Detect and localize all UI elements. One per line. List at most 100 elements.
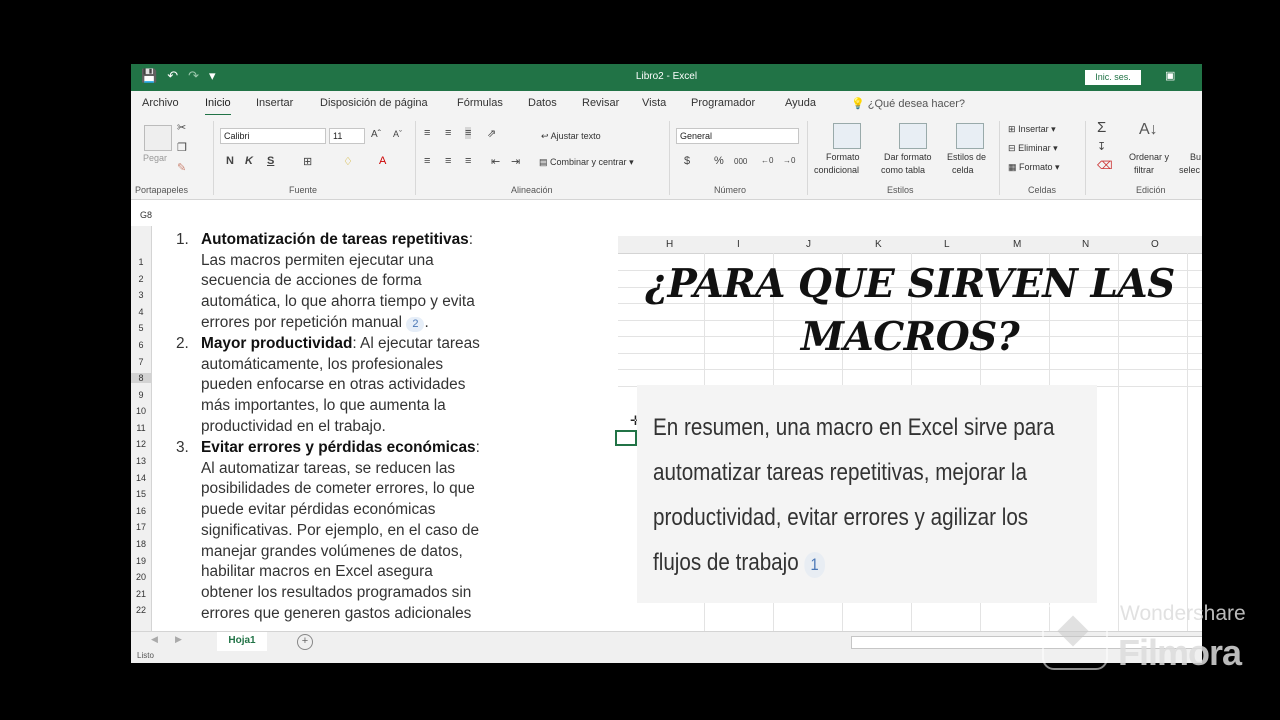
fill-icon[interactable]: ↧ [1097, 140, 1106, 153]
format-table-label-1[interactable]: Dar formato [884, 152, 932, 162]
tab-insertar[interactable]: Insertar [256, 97, 293, 109]
ribbon-display-icon[interactable]: ▣ [1165, 69, 1175, 82]
tab-datos[interactable]: Datos [528, 97, 557, 109]
tab-inicio[interactable]: Inicio [205, 97, 231, 116]
cell-styles-label-1[interactable]: Estilos de [947, 152, 986, 162]
bold-button[interactable]: N [226, 155, 234, 167]
format-cells-button[interactable]: ▦ Formato ▾ [1008, 162, 1060, 173]
column-header[interactable]: M [1013, 239, 1021, 250]
row-number[interactable]: 3 [131, 290, 151, 300]
column-header[interactable]: J [806, 239, 811, 250]
copy-icon[interactable]: ❐ [177, 141, 187, 154]
sort-filter-label-2[interactable]: filtrar [1134, 165, 1154, 175]
grow-font-icon[interactable]: Aˆ [371, 129, 381, 140]
tab-formulas[interactable]: Fórmulas [457, 97, 503, 109]
font-color-icon[interactable]: A [379, 155, 386, 167]
conditional-format-icon[interactable] [833, 123, 861, 149]
tab-disposicion[interactable]: Disposición de página [320, 97, 428, 109]
conditional-format-label-2[interactable]: condicional [814, 165, 859, 175]
scroll-right-icon[interactable]: ▶ [175, 634, 182, 645]
row-number[interactable]: 19 [131, 556, 151, 566]
row-number[interactable]: 1 [131, 257, 151, 267]
add-sheet-icon[interactable]: + [297, 634, 313, 650]
row-number[interactable]: 9 [131, 390, 151, 400]
decrease-indent-icon[interactable]: ⇤ [491, 155, 500, 168]
align-center-icon[interactable]: ≡ [445, 155, 451, 167]
percent-button[interactable]: % [714, 155, 724, 167]
autosum-icon[interactable]: Σ [1097, 119, 1106, 136]
column-header[interactable]: O [1151, 239, 1159, 250]
row-number[interactable]: 14 [131, 473, 151, 483]
underline-button[interactable]: S [267, 155, 274, 167]
row-number[interactable]: 4 [131, 307, 151, 317]
decrease-decimal-icon[interactable]: →0 [783, 156, 795, 165]
delete-cells-button[interactable]: ⊟ Eliminar ▾ [1008, 143, 1058, 154]
clear-icon[interactable]: ⌫ [1097, 159, 1113, 172]
tell-me-search[interactable]: 💡 ¿Qué desea hacer? [851, 97, 965, 110]
row-number[interactable]: 5 [131, 323, 151, 333]
borders-icon[interactable]: ⊞ [303, 155, 312, 168]
merge-center-button[interactable]: ▤ Combinar y centrar ▾ [539, 157, 634, 168]
row-number[interactable]: 10 [131, 406, 151, 416]
align-right-icon[interactable]: ≡ [465, 155, 471, 167]
tab-revisar[interactable]: Revisar [582, 97, 619, 109]
citation-badge[interactable]: 1 [804, 552, 825, 578]
increase-indent-icon[interactable]: ⇥ [511, 155, 520, 168]
row-number[interactable]: 15 [131, 489, 151, 499]
row-number[interactable]: 21 [131, 589, 151, 599]
row-number[interactable]: 11 [131, 423, 151, 433]
shrink-font-icon[interactable]: Aˇ [393, 129, 402, 139]
increase-decimal-icon[interactable]: ←0 [761, 156, 773, 165]
tab-vista[interactable]: Vista [642, 97, 666, 109]
find-select-label-1[interactable]: Bu [1190, 152, 1201, 162]
font-name-select[interactable]: Calibri [220, 128, 326, 144]
scroll-left-icon[interactable]: ◀ [151, 634, 158, 645]
thousands-button[interactable]: 000 [734, 157, 747, 166]
insert-cells-button[interactable]: ⊞ Insertar ▾ [1008, 124, 1056, 135]
number-format-select[interactable]: General [676, 128, 799, 144]
format-table-label-2[interactable]: como tabla [881, 165, 925, 175]
column-header[interactable]: K [875, 239, 882, 250]
row-number[interactable]: 16 [131, 506, 151, 516]
row-number[interactable]: 6 [131, 340, 151, 350]
conditional-format-label-1[interactable]: Formato [826, 152, 860, 162]
font-size-select[interactable]: 11 [329, 128, 365, 144]
column-header[interactable]: N [1082, 239, 1089, 250]
cell-styles-label-2[interactable]: celda [952, 165, 974, 175]
format-table-icon[interactable] [899, 123, 927, 149]
fill-color-icon[interactable]: ♢ [343, 155, 353, 168]
sort-filter-icon[interactable]: A↓ [1139, 121, 1158, 139]
align-top-icon[interactable]: ≡ [424, 127, 430, 139]
align-bottom-icon[interactable]: ≡ [465, 127, 472, 139]
paste-icon[interactable] [144, 125, 172, 151]
sort-filter-label-1[interactable]: Ordenar y [1129, 152, 1169, 162]
row-number[interactable]: 12 [131, 439, 151, 449]
align-left-icon[interactable]: ≡ [424, 155, 430, 167]
sheet-tab-hoja1[interactable]: Hoja1 [217, 632, 267, 653]
find-select-label-2[interactable]: selec [1179, 165, 1200, 175]
format-painter-icon[interactable]: ✎ [177, 161, 186, 174]
row-number-selected[interactable]: 8 [131, 373, 151, 383]
italic-button[interactable]: K [245, 155, 253, 167]
tab-ayuda[interactable]: Ayuda [785, 97, 816, 109]
cut-icon[interactable]: ✂ [177, 121, 186, 134]
column-header[interactable]: I [737, 239, 740, 250]
signin-button[interactable]: Inic. ses. [1085, 70, 1141, 85]
cell-styles-icon[interactable] [956, 123, 984, 149]
orientation-icon[interactable]: ⇗ [487, 127, 496, 140]
currency-button[interactable]: $ [684, 155, 690, 167]
citation-badge[interactable]: 2 [406, 316, 425, 332]
row-number[interactable]: 2 [131, 274, 151, 284]
wrap-text-button[interactable]: ↩ Ajustar texto [541, 131, 601, 142]
row-number[interactable]: 18 [131, 539, 151, 549]
column-header[interactable]: H [666, 239, 673, 250]
selected-cell[interactable] [615, 430, 637, 446]
name-box[interactable]: G8 [131, 210, 170, 224]
row-number[interactable]: 22 [131, 605, 151, 615]
row-number[interactable]: 20 [131, 572, 151, 582]
align-middle-icon[interactable]: ≡ [445, 127, 451, 139]
row-number[interactable]: 13 [131, 456, 151, 466]
row-number[interactable]: 7 [131, 357, 151, 367]
tab-archivo[interactable]: Archivo [142, 97, 179, 109]
tab-programador[interactable]: Programador [691, 97, 755, 109]
